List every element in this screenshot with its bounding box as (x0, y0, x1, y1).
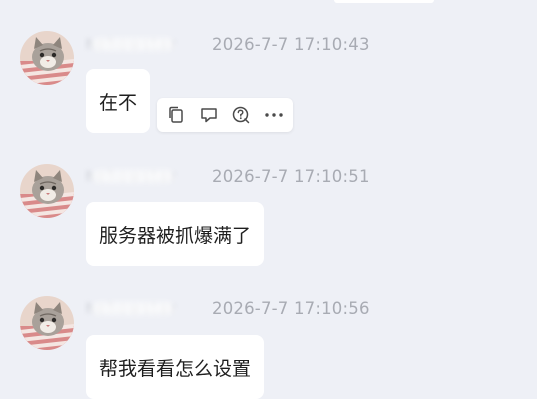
message-action-toolbar (157, 98, 293, 132)
sender-name-blur (92, 170, 174, 183)
chat-window: hehowstar 2026-7-7 17:10:43 在不 (0, 0, 537, 399)
message-timestamp: 2026-7-7 17:10:56 (212, 299, 370, 318)
message-timestamp: 2026-7-7 17:10:43 (212, 35, 370, 54)
more-button[interactable] (259, 100, 289, 130)
comment-icon (201, 108, 217, 123)
message-bubble[interactable]: 服务器被抓爆满了 (86, 202, 265, 266)
comment-button[interactable] (194, 100, 224, 130)
sender-name-blur (92, 302, 174, 315)
message-bubble[interactable]: 在不 (86, 69, 151, 133)
cat-avatar-image (20, 164, 74, 218)
copy-button[interactable] (161, 100, 191, 130)
previous-message-edge (334, 0, 434, 3)
sender-name: hehowstar (86, 168, 186, 188)
avatar[interactable] (20, 31, 74, 85)
sender-name-blur (92, 38, 174, 51)
message-timestamp: 2026-7-7 17:10:51 (212, 167, 370, 186)
message-bubble[interactable]: 帮我看看怎么设置 (86, 335, 265, 399)
ask-button[interactable] (226, 100, 256, 130)
avatar[interactable] (20, 296, 74, 350)
sender-name: hehowstar (86, 300, 186, 320)
sender-name: hehowstar (86, 36, 186, 56)
copy-icon (169, 106, 183, 123)
question-icon (233, 106, 250, 124)
cat-avatar-image (20, 31, 74, 85)
cat-avatar-image (20, 296, 74, 350)
more-icon (265, 113, 283, 117)
avatar[interactable] (20, 164, 74, 218)
